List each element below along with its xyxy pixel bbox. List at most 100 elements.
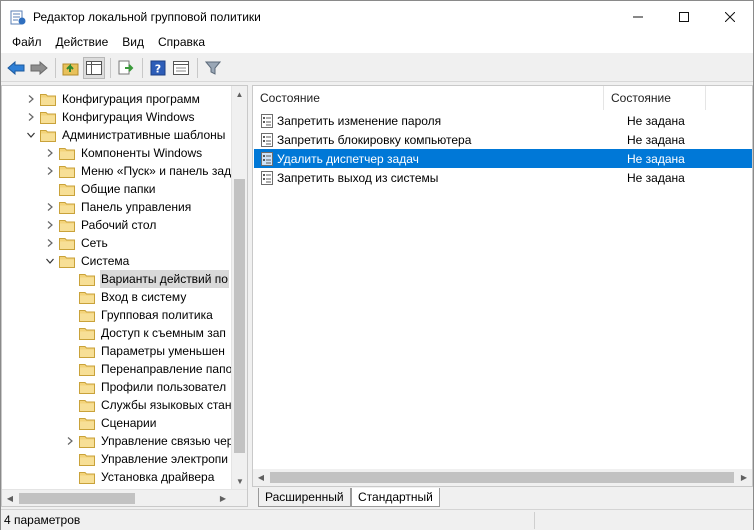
setting-state: Не задана <box>627 170 685 185</box>
folder-icon <box>79 381 95 394</box>
back-button[interactable] <box>5 57 27 79</box>
tree-item[interactable]: Управление электропи <box>63 450 229 468</box>
tree-item[interactable]: Административные шаблоны <box>24 126 226 144</box>
tree-hscroll-thumb[interactable] <box>19 493 135 504</box>
menu-action[interactable]: Действие <box>49 32 116 53</box>
help-button[interactable]: ? <box>147 57 169 79</box>
tree-item-label: Система <box>81 254 130 268</box>
list-hscroll-thumb[interactable] <box>270 472 734 483</box>
column-header-name[interactable]: Состояние <box>253 86 604 110</box>
tree-item[interactable]: Сеть <box>43 234 109 252</box>
tree-item[interactable]: Профили пользовател <box>63 378 227 396</box>
tree-item[interactable]: Система <box>43 252 130 270</box>
chevron-down-icon[interactable] <box>24 126 38 144</box>
tree-item[interactable]: Управление связью чер <box>63 432 232 450</box>
tree-item[interactable]: Сценарии <box>63 414 157 432</box>
tree-pane[interactable]: Конфигурация программ Конфигурация Window… <box>1 85 248 507</box>
minimize-button[interactable] <box>615 1 661 32</box>
menu-file[interactable]: Файл <box>5 32 49 53</box>
status-text: 4 параметров <box>4 513 81 527</box>
setting-state: Не задана <box>627 132 685 147</box>
settings-list-pane[interactable]: Состояние Состояние Запретить изменение … <box>252 85 753 487</box>
tree-item[interactable]: Конфигурация Windows <box>24 108 196 126</box>
tree-vertical-scrollbar[interactable]: ▲ ▼ <box>231 86 247 489</box>
column-header-state[interactable]: Состояние <box>604 86 706 110</box>
tree-item[interactable]: Перенаправление папо <box>63 360 232 378</box>
scroll-left-icon[interactable]: ◀ <box>2 490 18 506</box>
export-list-icon <box>118 60 134 74</box>
list-item[interactable]: Удалить диспетчер задач Не задана <box>254 149 752 168</box>
list-item[interactable]: Запретить изменение пароля Не задана <box>254 111 752 130</box>
properties-button[interactable] <box>170 57 192 79</box>
folder-icon <box>40 129 56 142</box>
chevron-right-icon[interactable] <box>43 162 57 180</box>
title-bar: Редактор локальной групповой политики <box>1 1 753 32</box>
filter-button[interactable] <box>202 57 224 79</box>
scroll-up-icon[interactable]: ▲ <box>232 86 247 102</box>
menu-help[interactable]: Справка <box>151 32 212 53</box>
close-button[interactable] <box>707 1 753 32</box>
tree-item[interactable]: Параметры уменьшен <box>63 342 226 360</box>
chevron-down-icon[interactable] <box>43 252 57 270</box>
list-item[interactable]: Запретить блокировку компьютера Не задана <box>254 130 752 149</box>
tab-extended[interactable]: Расширенный <box>258 488 351 507</box>
scroll-left-icon[interactable]: ◀ <box>253 469 269 486</box>
up-level-button[interactable] <box>60 57 82 79</box>
chevron-right-icon[interactable] <box>43 216 57 234</box>
folder-icon <box>59 201 75 214</box>
folder-icon <box>79 417 95 430</box>
tree-item-label: Компоненты Windows <box>81 146 203 160</box>
tree-item-label: Службы языковых стан <box>101 398 232 412</box>
tree-item-label: Управление электропи <box>101 452 229 466</box>
export-list-button[interactable] <box>115 57 137 79</box>
tree-item[interactable]: Конфигурация программ <box>24 90 201 108</box>
chevron-right-icon[interactable] <box>24 108 38 126</box>
tree-horizontal-scrollbar[interactable]: ◀ ▶ <box>2 489 247 506</box>
tree-item-label: Общие папки <box>81 182 156 196</box>
tree-item[interactable]: Групповая политика <box>63 306 214 324</box>
tree-item[interactable]: Установка драйвера <box>63 468 215 486</box>
chevron-right-icon[interactable] <box>43 234 57 252</box>
scroll-down-icon[interactable]: ▼ <box>232 473 247 489</box>
tree-item[interactable]: Службы языковых стан <box>63 396 232 414</box>
tree-view: Конфигурация программ Конфигурация Window… <box>2 86 232 489</box>
tree-item-label: Установка драйвера <box>101 470 215 484</box>
tree-item[interactable]: Меню «Пуск» и панель задач <box>43 162 232 180</box>
scroll-right-icon[interactable]: ▶ <box>736 469 752 486</box>
tree-item[interactable]: Доступ к съемным зап <box>63 324 227 342</box>
tree-item[interactable]: Варианты действий по <box>63 270 229 288</box>
list-horizontal-scrollbar[interactable]: ◀ ▶ <box>253 469 752 486</box>
menu-view[interactable]: Вид <box>115 32 151 53</box>
tree-item[interactable]: Вход в систему <box>63 288 187 306</box>
maximize-button[interactable] <box>661 1 707 32</box>
tree-item-label: Параметры уменьшен <box>101 344 225 358</box>
tree-scroll-thumb[interactable] <box>234 179 245 453</box>
tree-item-label: Профили пользовател <box>101 380 227 394</box>
status-divider <box>534 512 535 529</box>
up-folder-icon <box>62 63 79 75</box>
tree-item[interactable]: Рабочий стол <box>43 216 157 234</box>
forward-button[interactable] <box>28 57 50 79</box>
tree-item[interactable]: Общие папки <box>43 180 156 198</box>
scroll-right-icon[interactable]: ▶ <box>215 490 231 506</box>
chevron-right-icon[interactable] <box>63 432 77 450</box>
tab-standard[interactable]: Стандартный <box>351 488 440 507</box>
menu-bar: Файл Действие Вид Справка <box>1 32 753 53</box>
folder-icon <box>59 147 75 160</box>
show-hide-tree-button[interactable] <box>83 56 105 79</box>
tree-item[interactable]: Панель управления <box>43 198 192 216</box>
chevron-right-icon[interactable] <box>43 198 57 216</box>
folder-icon <box>79 345 95 358</box>
folder-icon <box>79 363 95 376</box>
tree-item-label: Доступ к съемным зап <box>101 326 226 340</box>
tree-item[interactable]: Компоненты Windows <box>43 144 203 162</box>
chevron-right-icon[interactable] <box>24 90 38 108</box>
list-item[interactable]: Запретить выход из системы Не задана <box>254 168 752 187</box>
chevron-right-icon[interactable] <box>43 144 57 162</box>
